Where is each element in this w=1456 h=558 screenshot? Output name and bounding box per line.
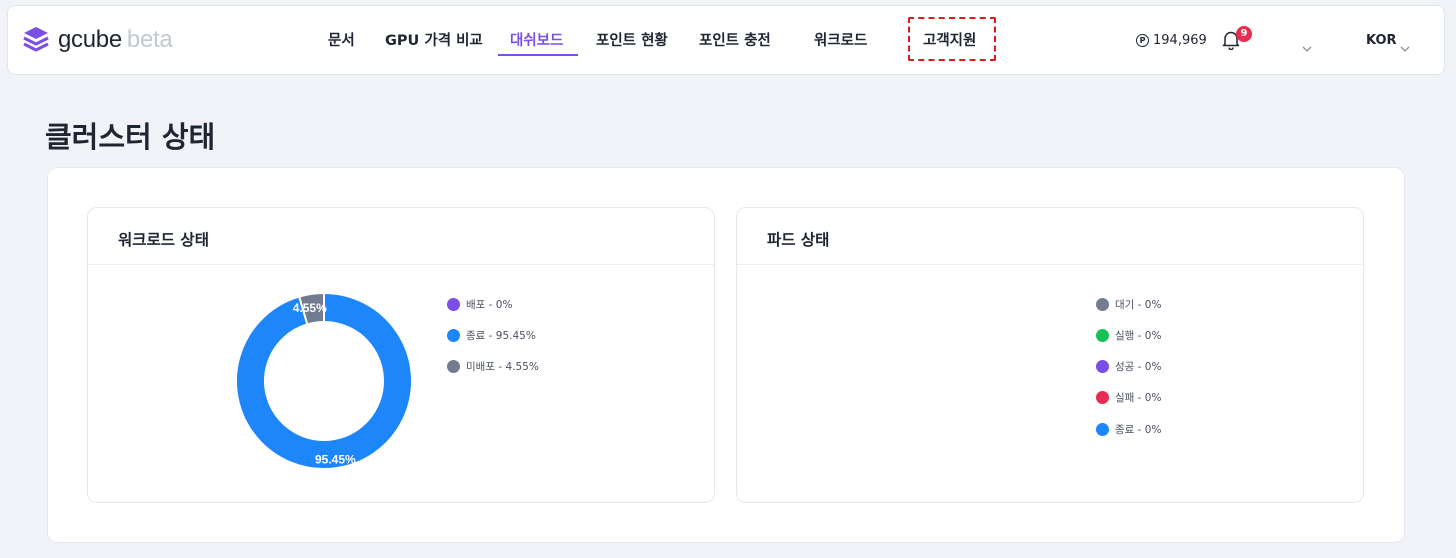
legend-dot: [1096, 328, 1109, 342]
nav-point-status[interactable]: 포인트 현황: [596, 32, 668, 50]
legend-label: 종료 - 0%: [1115, 423, 1162, 436]
legend-item[interactable]: 실패 - 0%: [1096, 391, 1161, 405]
layered-cube-icon: [22, 25, 50, 55]
donut-data-label: 95.45%: [315, 453, 356, 467]
workload-card-title: 워크로드 상태: [118, 231, 209, 249]
legend-item[interactable]: 성공 - 0%: [1096, 360, 1161, 374]
legend-dot: [1096, 391, 1109, 405]
logo-name: gcube: [58, 26, 122, 53]
legend-label: 실패 - 0%: [1115, 392, 1162, 405]
chevron-down-icon[interactable]: [1302, 37, 1312, 56]
pod-status-card: 파드 상태: [736, 207, 1364, 503]
legend-label: 성공 - 0%: [1115, 361, 1162, 374]
legend-item[interactable]: 실행 - 0%: [1096, 328, 1161, 342]
legend-dot: [1096, 297, 1109, 311]
workload-legend: 배포 - 0% 종료 - 95.45% 미배포 - 4.55%: [447, 297, 539, 391]
nav-docs[interactable]: 문서: [328, 32, 355, 50]
workload-donut-chart: 4.55% 95.45%: [236, 293, 412, 469]
donut-data-label: 4.55%: [293, 301, 327, 315]
legend-label: 종료 - 95.45%: [466, 329, 536, 342]
language-selector[interactable]: KOR: [1366, 33, 1397, 48]
legend-item[interactable]: 미배포 - 4.55%: [447, 360, 539, 374]
nav-gpu-price-compare[interactable]: GPU 가격 비교: [385, 32, 483, 50]
legend-label: 대기 - 0%: [1115, 298, 1162, 311]
page-title: 클러스터 상태: [45, 120, 216, 154]
legend-label: 실행 - 0%: [1115, 329, 1162, 342]
chevron-down-icon[interactable]: [1400, 37, 1410, 56]
points-balance[interactable]: P 194,969: [1136, 33, 1207, 48]
legend-item[interactable]: 종료 - 0%: [1096, 422, 1161, 436]
legend-dot: [447, 328, 460, 342]
pod-legend: 대기 - 0% 실행 - 0% 성공 - 0% 실패 - 0% 종료 - 0%: [1096, 297, 1161, 453]
nav-customer-support[interactable]: 고객지원: [923, 32, 976, 50]
legend-label: 미배포 - 4.55%: [466, 361, 539, 374]
point-icon: P: [1136, 34, 1149, 47]
legend-dot: [447, 297, 460, 311]
legend-dot: [1096, 422, 1109, 436]
legend-item[interactable]: 종료 - 95.45%: [447, 328, 539, 342]
legend-item[interactable]: 대기 - 0%: [1096, 297, 1161, 311]
notification-badge: 9: [1236, 26, 1252, 42]
logo-suffix: beta: [126, 26, 173, 53]
legend-dot: [1096, 360, 1109, 374]
legend-dot: [447, 360, 460, 374]
legend-label: 배포 - 0%: [466, 298, 513, 311]
legend-item[interactable]: 배포 - 0%: [447, 297, 539, 311]
top-navbar: gcube beta 문서 GPU 가격 비교 대쉬보드 포인트 현황 포인트 충…: [7, 5, 1445, 75]
pod-card-title: 파드 상태: [767, 231, 830, 249]
nav-dashboard[interactable]: 대쉬보드: [510, 32, 563, 50]
nav-point-charge[interactable]: 포인트 충전: [699, 32, 771, 50]
points-value: 194,969: [1153, 33, 1207, 48]
logo[interactable]: gcube beta: [22, 25, 173, 55]
nav-workload[interactable]: 워크로드: [814, 32, 867, 50]
nav-active-underline: [498, 54, 578, 56]
